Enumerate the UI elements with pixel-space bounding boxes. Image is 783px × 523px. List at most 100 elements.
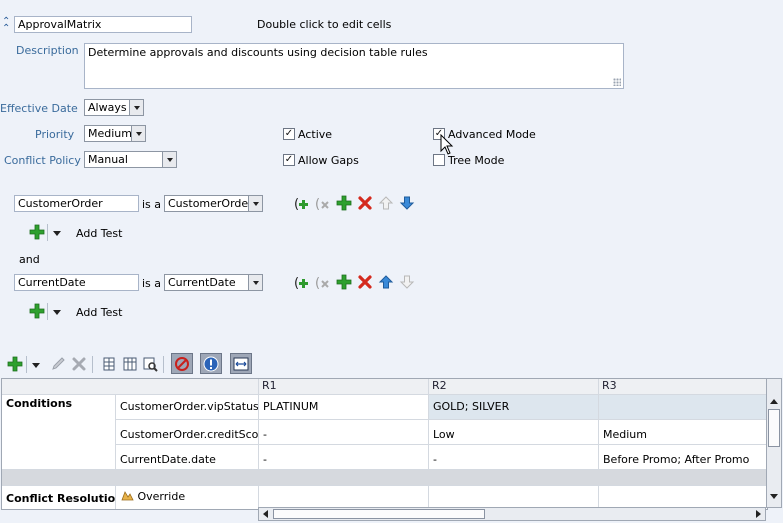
is-a-label: is a (142, 198, 162, 211)
conditions-group: Conditions (2, 395, 116, 470)
description-label: Description (16, 44, 79, 57)
pattern-type-select[interactable]: CurrentDate (164, 274, 263, 291)
chevron-down-icon[interactable] (53, 231, 61, 236)
override-row[interactable]: Override (116, 486, 259, 509)
mouse-cursor-icon (440, 133, 454, 156)
add-icon[interactable] (336, 195, 352, 211)
ruleset-name-field[interactable]: ApprovalMatrix (14, 16, 192, 33)
add-test-label[interactable]: Add Test (76, 227, 122, 240)
scroll-left-icon[interactable] (263, 510, 268, 518)
resize-grip-icon[interactable] (613, 78, 621, 86)
table-cell[interactable]: Low (429, 420, 599, 445)
pattern-type-select[interactable]: CustomerOrder (164, 195, 263, 212)
override-icon (120, 490, 134, 502)
add-parenthesis-icon[interactable]: ( (294, 195, 310, 211)
chevron-down-icon[interactable] (53, 310, 61, 315)
pattern-type-value: CustomerOrder (168, 197, 253, 210)
column-header-r1[interactable]: R1 (259, 379, 429, 395)
table-cell[interactable] (599, 395, 767, 420)
move-up-icon[interactable] (378, 195, 394, 211)
is-a-label: is a (142, 277, 162, 290)
auto-fit-toggle-button[interactable] (230, 353, 252, 374)
svg-text:(: ( (315, 197, 320, 211)
move-down-icon[interactable] (399, 274, 415, 290)
table-cell[interactable]: - (259, 420, 429, 445)
active-label: Active (298, 128, 333, 141)
priority-select[interactable]: Medium (84, 125, 146, 142)
divider (47, 303, 48, 320)
chevron-down-icon[interactable] (129, 100, 143, 115)
delete-icon[interactable] (357, 195, 373, 211)
resize-table-icon (233, 356, 249, 372)
svg-text:(: ( (294, 197, 299, 211)
move-down-icon[interactable] (399, 195, 415, 211)
table-cell[interactable]: Before Promo; After Promo (599, 445, 767, 470)
column-header-r3[interactable]: R3 (599, 379, 767, 395)
horizontal-scrollbar[interactable] (258, 507, 766, 521)
conflict-resolution-group: Conflict Resolution (2, 486, 116, 509)
condition-name[interactable]: CurrentDate.date (116, 445, 259, 470)
table-cell[interactable]: - (429, 445, 599, 470)
scroll-thumb[interactable] (768, 409, 780, 447)
divider (47, 224, 48, 241)
priority-label: Priority (35, 128, 75, 141)
active-checkbox[interactable]: ✓ (283, 128, 295, 140)
condition-name[interactable]: CustomerOrder.creditScore (116, 420, 259, 445)
description-text: Determine approvals and discounts using … (88, 46, 428, 59)
gap-analysis-icon[interactable] (142, 356, 158, 372)
effective-date-value: Always (88, 101, 127, 114)
priority-value: Medium (88, 127, 132, 140)
add-parenthesis-icon[interactable]: ( (294, 274, 310, 290)
delete-icon[interactable] (71, 356, 87, 372)
conflict-resolution-label: Conflict Resolution (6, 492, 116, 505)
chevron-down-icon[interactable] (248, 196, 262, 211)
allow-gaps-checkbox[interactable]: ✓ (283, 154, 295, 166)
warning-toggle-button[interactable] (200, 353, 222, 374)
move-up-icon[interactable] (378, 274, 394, 290)
chevron-down-icon[interactable] (32, 363, 40, 368)
chevron-down-icon[interactable] (248, 275, 262, 290)
scroll-up-icon[interactable] (770, 399, 778, 404)
conflict-policy-value: Manual (88, 153, 128, 166)
divider (92, 356, 93, 373)
add-icon[interactable] (7, 356, 23, 372)
add-test-icon[interactable] (29, 303, 45, 319)
effective-date-select[interactable]: Always (84, 99, 144, 116)
add-test-label[interactable]: Add Test (76, 306, 122, 319)
pattern-variable-field[interactable]: CurrentDate (14, 274, 139, 291)
split-table-icon[interactable] (101, 356, 117, 372)
and-label: and (19, 253, 40, 266)
divider (26, 356, 27, 373)
allow-gaps-label: Allow Gaps (298, 154, 359, 167)
add-icon[interactable] (336, 274, 352, 290)
scroll-right-icon[interactable] (756, 510, 761, 518)
conditions-label: Conditions (6, 397, 73, 410)
table-cell[interactable]: PLATINUM (259, 395, 429, 420)
chevron-down-icon[interactable] (162, 152, 176, 167)
table-cell[interactable]: - (259, 445, 429, 470)
vertical-scrollbar[interactable] (766, 378, 782, 508)
chevron-down-icon[interactable] (131, 126, 145, 141)
pattern-variable-field[interactable]: CustomerOrder (14, 195, 139, 212)
conflict-policy-label: Conflict Policy (4, 154, 81, 167)
merge-table-icon[interactable] (122, 356, 138, 372)
table-cell[interactable]: Medium (599, 420, 767, 445)
description-field[interactable]: Determine approvals and discounts using … (84, 43, 624, 89)
scroll-down-icon[interactable] (770, 494, 778, 499)
add-test-icon[interactable] (29, 224, 45, 240)
collapse-icon[interactable]: ⌃ ⌃ (2, 17, 12, 34)
edit-pencil-icon[interactable] (50, 356, 66, 372)
delete-icon[interactable] (357, 274, 373, 290)
table-cell[interactable]: GOLD; SILVER (429, 395, 599, 420)
scroll-thumb[interactable] (273, 509, 485, 519)
remove-parenthesis-icon[interactable]: ( (315, 274, 331, 290)
group-separator-row (2, 470, 767, 486)
condition-name[interactable]: CustomerOrder.vipStatus (116, 395, 259, 420)
tree-mode-label: Tree Mode (448, 154, 505, 167)
column-header-r2[interactable]: R2 (429, 379, 599, 395)
conflict-policy-select[interactable]: Manual (84, 151, 177, 168)
decision-table: R1 R2 R3 Conditions CustomerOrder.vipSta… (1, 378, 768, 510)
remove-parenthesis-icon[interactable]: ( (315, 195, 331, 211)
effective-date-label: Effective Date (0, 102, 78, 115)
conflict-toggle-button[interactable] (171, 353, 193, 374)
